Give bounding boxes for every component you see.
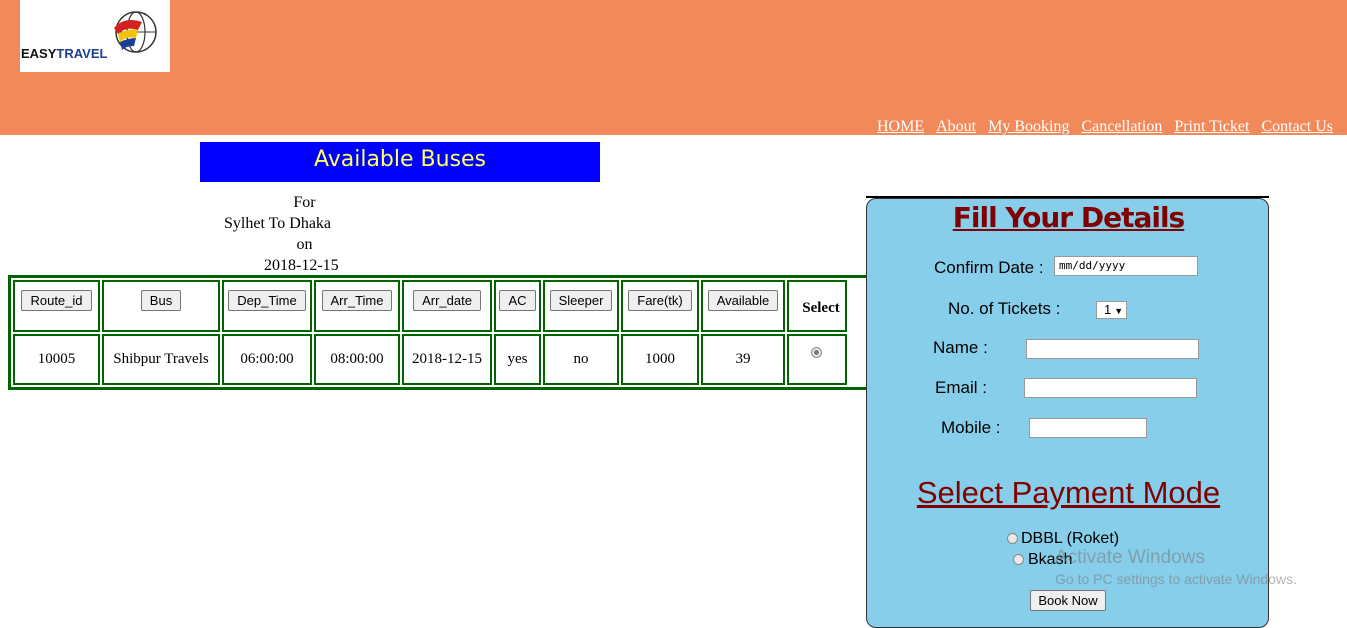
tickets-label: No. of Tickets : [948, 299, 1061, 318]
route-info: For Sylhet To Dhaka on 2018-12-15 [212, 192, 397, 276]
name-label: Name : [933, 338, 988, 357]
route-from-to: Sylhet To Dhaka [224, 215, 332, 232]
tickets-select-value: 1 [1104, 302, 1112, 317]
col-ac: AC [494, 280, 541, 332]
route-for-label: For [293, 194, 316, 211]
dbbl-radio[interactable] [1007, 533, 1018, 545]
sort-fare-button[interactable]: Fare(tk) [628, 290, 692, 311]
cell-route-id: 10005 [13, 334, 100, 385]
form-title: Fill Your Details [952, 201, 1185, 234]
page-title: Available Buses [200, 142, 600, 182]
nav-home-link[interactable]: HOME [877, 117, 924, 137]
name-field[interactable] [1026, 339, 1199, 359]
sort-arr-date-button[interactable]: Arr_date [413, 290, 481, 311]
col-route-id: Route_id [13, 280, 100, 332]
cell-bus: Shibpur Travels [102, 334, 220, 385]
col-fare: Fare(tk) [621, 280, 699, 332]
col-arr-date: Arr_date [402, 280, 492, 332]
route-date: 2018-12-15 [264, 257, 339, 274]
cell-ac: yes [494, 334, 541, 385]
cell-arr-time: 08:00:00 [314, 334, 400, 385]
sort-sleeper-button[interactable]: Sleeper [549, 290, 613, 311]
cell-fare: 1000 [621, 334, 699, 385]
activate-windows-title: Activate Windows [1055, 547, 1205, 568]
col-arr-time: Arr_Time [314, 280, 400, 332]
sort-bus-button[interactable]: Bus [140, 290, 182, 311]
mobile-field[interactable] [1029, 418, 1147, 438]
select-bus-radio[interactable] [811, 347, 822, 359]
nav-contact-us-link[interactable]: Contact Us [1261, 117, 1333, 137]
table-row: 10005 Shibpur Travels 06:00:00 08:00:00 … [13, 334, 847, 385]
sort-ac-button[interactable]: AC [499, 290, 536, 311]
logo-sub-text: TRAVEL [56, 46, 108, 61]
payment-option-dbbl: DBBL (Roket) [1007, 530, 1119, 548]
cell-select [787, 334, 847, 385]
bus-table: Route_id Bus Dep_Time Arr_Time Arr_date … [8, 275, 888, 390]
route-on-label: on [296, 236, 313, 253]
sort-available-button[interactable]: Available [707, 290, 779, 311]
cell-dep-time: 06:00:00 [222, 334, 312, 385]
book-now-button[interactable]: Book Now [1030, 590, 1106, 611]
cell-sleeper: no [543, 334, 619, 385]
nav-my-booking-link[interactable]: My Booking [988, 117, 1069, 137]
chevron-down-icon: ▼ [1114, 306, 1124, 316]
col-sleeper: Sleeper [543, 280, 619, 332]
confirm-date-label: Confirm Date : [934, 258, 1044, 277]
col-dep-time: Dep_Time [222, 280, 312, 332]
sort-arr-time-button[interactable]: Arr_Time [321, 290, 393, 311]
cell-available: 39 [701, 334, 785, 385]
main-nav: HOME About My Booking Cancellation Print… [877, 117, 1333, 137]
email-field[interactable] [1024, 378, 1197, 398]
nav-print-ticket-link[interactable]: Print Ticket [1174, 117, 1249, 137]
logo-text: EASYTRAVEL [21, 46, 107, 61]
payment-mode-title: Select Payment Mode [916, 475, 1221, 510]
email-label: Email : [935, 378, 987, 397]
globe-icon [114, 11, 157, 53]
logo-main-text: EASY [21, 46, 57, 61]
site-logo[interactable]: EASYTRAVEL [20, 0, 170, 72]
activate-windows-subtitle: Go to PC settings to activate Windows. [1055, 571, 1297, 587]
site-header: EASYTRAVEL HOME About My Booking Cancell… [0, 0, 1347, 135]
dbbl-label: DBBL (Roket) [1021, 530, 1120, 547]
tickets-select[interactable]: 1 ▼ [1096, 301, 1127, 319]
sort-dep-time-button[interactable]: Dep_Time [228, 290, 306, 311]
col-select: Select [787, 280, 847, 332]
sort-route-id-button[interactable]: Route_id [21, 290, 92, 311]
nav-about-link[interactable]: About [936, 117, 976, 137]
confirm-date-field[interactable]: mm/dd/yyyy [1054, 256, 1198, 276]
bkash-radio[interactable] [1013, 554, 1024, 566]
nav-cancellation-link[interactable]: Cancellation [1081, 117, 1162, 137]
table-header-row: Route_id Bus Dep_Time Arr_Time Arr_date … [13, 280, 847, 332]
col-available: Available [701, 280, 785, 332]
cell-arr-date: 2018-12-15 [402, 334, 492, 385]
mobile-label: Mobile : [941, 418, 1001, 437]
col-bus: Bus [102, 280, 220, 332]
